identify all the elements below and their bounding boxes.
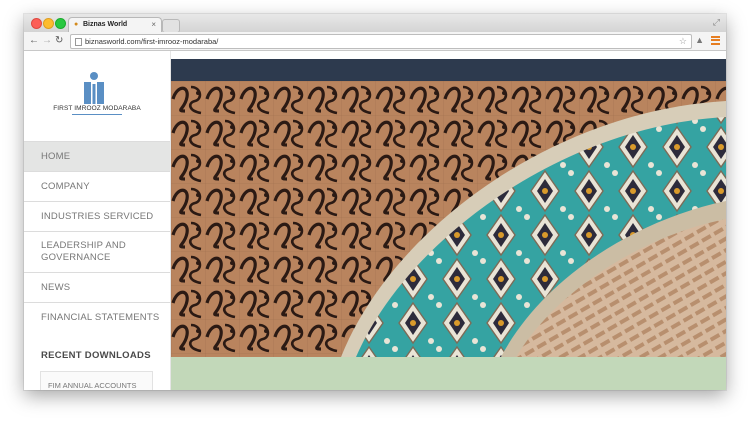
download-item-label[interactable]: FIM ANNUAL ACCOUNTS: [48, 381, 136, 390]
nav-item-company[interactable]: COMPANY: [24, 171, 170, 201]
window-minimize-button[interactable]: [43, 18, 54, 29]
site-logo[interactable]: FIRST IMROOZ MODARABA: [24, 51, 170, 141]
logo-text: FIRST IMROOZ MODARABA: [53, 105, 141, 112]
logo-mark-icon: [84, 72, 104, 104]
main-nav: HOME COMPANY INDUSTRIES SERVICED LEADERS…: [24, 141, 170, 332]
tab-title: Biznas World: [83, 21, 128, 28]
page-icon: [75, 38, 82, 46]
star-icon[interactable]: ☆: [679, 35, 687, 48]
menu-icon[interactable]: [711, 34, 720, 45]
sidebar: FIRST IMROOZ MODARABA HOME COMPANY INDUS…: [24, 51, 171, 390]
close-icon[interactable]: ×: [151, 20, 156, 29]
hero-mosaic: [171, 81, 726, 357]
browser-toolbar: ← → ↻ biznasworld.com/first-imrooz-modar…: [24, 32, 726, 51]
url-text[interactable]: biznasworld.com/first-imrooz-modaraba/: [85, 35, 218, 48]
logo-underline: [72, 114, 122, 115]
page-viewport: FIRST IMROOZ MODARABA HOME COMPANY INDUS…: [24, 51, 726, 390]
window-maximize-button[interactable]: [55, 18, 66, 29]
nav-item-leadership-and-governance[interactable]: LEADERSHIP AND GOVERNANCE: [24, 231, 170, 272]
download-item[interactable]: FIM ANNUAL ACCOUNTS: [40, 371, 153, 390]
recent-downloads-heading: RECENT DOWNLOADS: [41, 350, 151, 361]
favicon-icon: ●: [74, 21, 79, 28]
browser-tab[interactable]: ● Biznas World ×: [68, 17, 162, 33]
back-icon[interactable]: ←: [29, 35, 39, 46]
extension-icon[interactable]: ▲: [695, 35, 704, 46]
nav-item-industries-serviced[interactable]: INDUSTRIES SERVICED: [24, 201, 170, 231]
header-band: [171, 59, 726, 81]
content-band: [171, 357, 726, 390]
browser-window: ● Biznas World × ⤢ ← → ↻ biznasworld.com…: [24, 14, 726, 390]
fullscreen-icon[interactable]: ⤢: [713, 17, 720, 27]
nav-item-financial-statements[interactable]: FINANCIAL STATEMENTS: [24, 302, 170, 332]
address-bar[interactable]: biznasworld.com/first-imrooz-modaraba/ ☆: [70, 34, 692, 49]
forward-icon[interactable]: →: [42, 35, 52, 46]
window-close-button[interactable]: [31, 18, 42, 29]
main-content: [171, 51, 726, 390]
reload-icon[interactable]: ↻: [55, 35, 63, 46]
new-tab-button[interactable]: [162, 19, 180, 33]
title-bar: ● Biznas World × ⤢: [24, 14, 726, 33]
hero-image: [171, 81, 726, 357]
nav-item-home[interactable]: HOME: [24, 141, 170, 171]
nav-item-news[interactable]: NEWS: [24, 272, 170, 302]
